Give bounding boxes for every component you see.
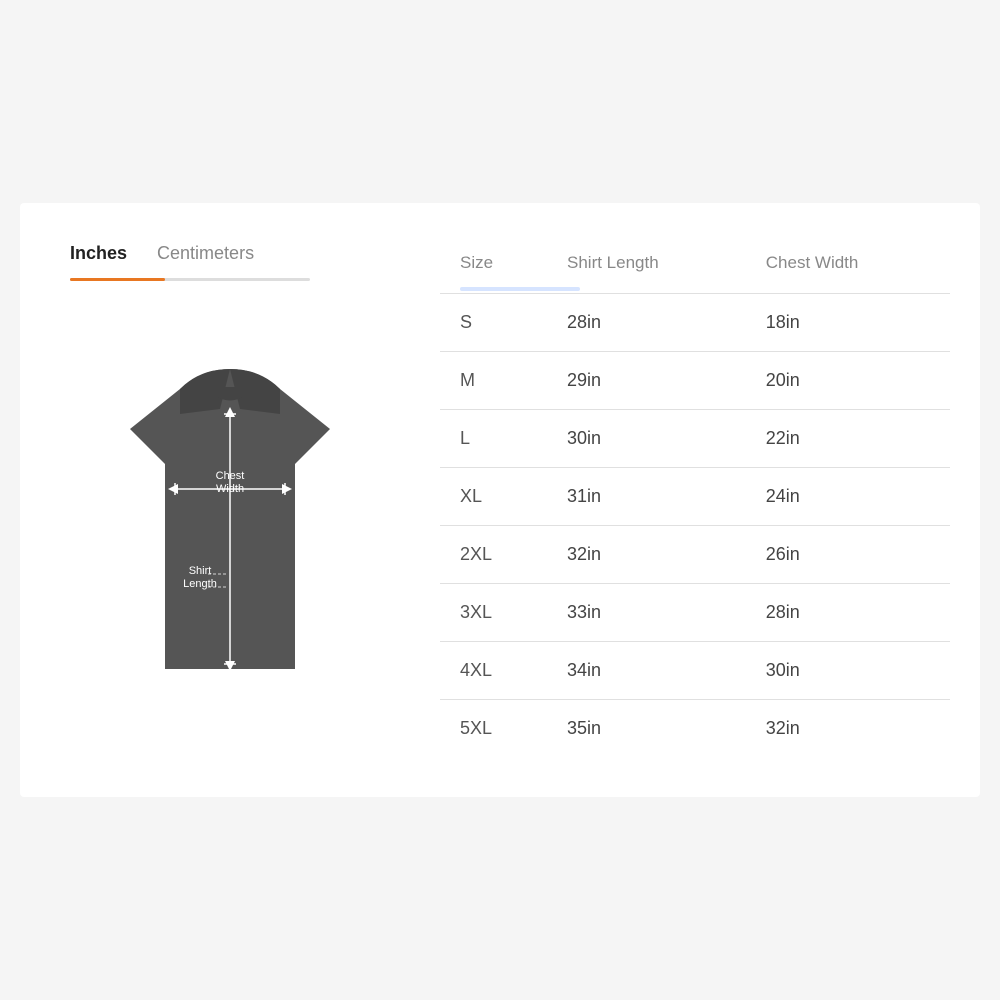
tab-underline: [70, 278, 310, 281]
cell-chest: 24in: [750, 468, 950, 526]
table-row: L 30in 22in: [440, 410, 950, 468]
cell-chest: 30in: [750, 642, 950, 700]
table-row: M 29in 20in: [440, 352, 950, 410]
cell-size: 2XL: [440, 526, 551, 584]
col-header-size: Size: [440, 243, 551, 287]
main-container: Inches Centimeters: [20, 203, 980, 797]
cell-size: L: [440, 410, 551, 468]
cell-length: 31in: [551, 468, 750, 526]
svg-text:Length: Length: [183, 578, 217, 590]
table-header-row: Size Shirt Length Chest Width: [440, 243, 950, 287]
cell-length: 35in: [551, 700, 750, 758]
table-row: S 28in 18in: [440, 294, 950, 352]
cell-chest: 28in: [750, 584, 950, 642]
cell-size: 5XL: [440, 700, 551, 758]
highlight-bar: [460, 287, 580, 291]
table-row: 3XL 33in 28in: [440, 584, 950, 642]
svg-text:Shirt: Shirt: [189, 565, 212, 577]
cell-chest: 26in: [750, 526, 950, 584]
cell-length: 33in: [551, 584, 750, 642]
cell-chest: 32in: [750, 700, 950, 758]
cell-length: 30in: [551, 410, 750, 468]
col-header-length: Shirt Length: [551, 243, 750, 287]
cell-chest: 18in: [750, 294, 950, 352]
cell-size: M: [440, 352, 551, 410]
table-row: 4XL 34in 30in: [440, 642, 950, 700]
right-panel: Size Shirt Length Chest Width S 28in 18i…: [440, 243, 950, 757]
cell-length: 32in: [551, 526, 750, 584]
table-body: S 28in 18in M 29in 20in L 30in 22in XL 3…: [440, 294, 950, 758]
cell-length: 29in: [551, 352, 750, 410]
col-header-chest: Chest Width: [750, 243, 950, 287]
size-table: Size Shirt Length Chest Width S 28in 18i…: [440, 243, 950, 757]
table-row: XL 31in 24in: [440, 468, 950, 526]
left-panel: Inches Centimeters: [50, 243, 410, 757]
cell-size: 4XL: [440, 642, 551, 700]
unit-tabs: Inches Centimeters: [50, 243, 410, 270]
table-row: 2XL 32in 26in: [440, 526, 950, 584]
tab-inches[interactable]: Inches: [70, 243, 127, 270]
table-row: 5XL 35in 32in: [440, 700, 950, 758]
tab-centimeters[interactable]: Centimeters: [157, 243, 254, 270]
tshirt-svg: Chest Width Shirt Length: [120, 359, 340, 699]
cell-chest: 22in: [750, 410, 950, 468]
cell-chest: 20in: [750, 352, 950, 410]
cell-size: 3XL: [440, 584, 551, 642]
cell-size: XL: [440, 468, 551, 526]
cell-size: S: [440, 294, 551, 352]
cell-length: 34in: [551, 642, 750, 700]
cell-length: 28in: [551, 294, 750, 352]
shirt-diagram: Chest Width Shirt Length: [50, 301, 410, 757]
